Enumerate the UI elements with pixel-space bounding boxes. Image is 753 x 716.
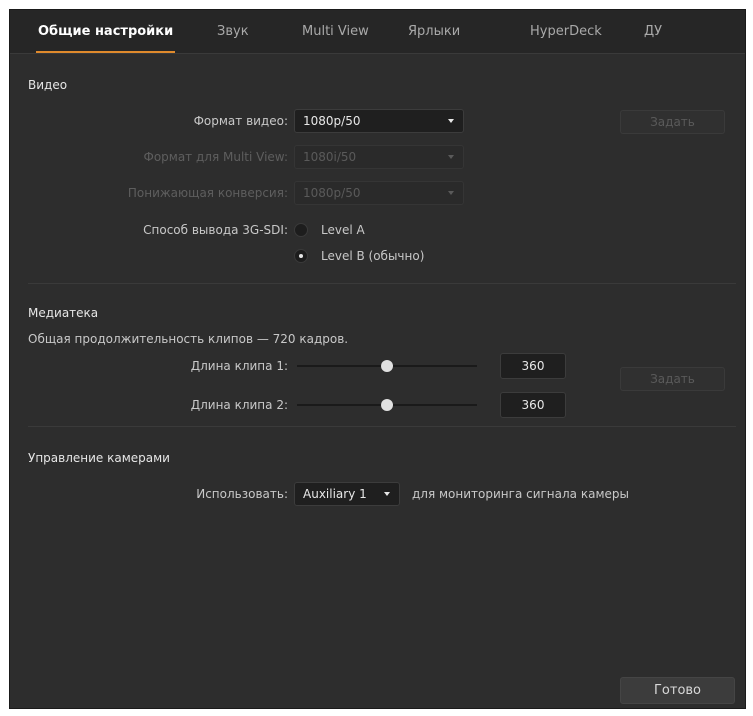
downconversion-select[interactable]: 1080p/50 [294,181,464,205]
clip1-length-label: Длина клипа 1: [190,359,288,373]
radio-level-b-label[interactable]: Level B (обычно) [321,249,424,263]
chevron-down-icon [448,191,454,195]
multiview-format-label: Формат для Multi View: [143,150,288,164]
done-button[interactable]: Готово [620,677,735,704]
settings-dialog: Общие настройки Звук Multi View Ярлыки H… [9,9,746,709]
tab-label: ДУ [644,24,663,39]
camera-use-label: Использовать: [196,487,288,501]
tab-label: Ярлыки [408,24,461,39]
video-format-select[interactable]: 1080p/50 [294,109,464,133]
chevron-down-icon [384,492,390,496]
camera-use-description: для мониторинга сигнала камеры [412,487,629,501]
media-set-button[interactable]: Задать [620,367,725,391]
radio-level-a-label[interactable]: Level A [321,223,365,237]
radio-selected-dot [299,254,303,258]
clip2-length-label: Длина клипа 2: [190,398,288,412]
multiview-format-select[interactable]: 1080i/50 [294,145,464,169]
video-section-title: Видео [28,78,68,92]
downconversion-label: Понижающая конверсия: [127,186,288,200]
sdi-output-label: Способ вывода 3G-SDI: [143,223,288,237]
media-section-title: Медиатека [28,306,99,320]
radio-level-b[interactable] [294,249,308,263]
clip2-length-field[interactable]: 360 [500,392,566,418]
section-divider [28,283,736,284]
camera-aux-select[interactable]: Auxiliary 1 [294,482,400,506]
clip1-slider-thumb[interactable] [381,360,393,372]
radio-level-a[interactable] [294,223,308,237]
active-tab-indicator [36,51,176,53]
tab-label: Звук [217,24,249,39]
tab-label: HyperDeck [530,24,602,39]
video-format-label: Формат видео: [193,114,288,128]
clip1-length-field[interactable]: 360 [500,353,566,379]
tab-label: Общие настройки [38,24,174,39]
tab-bar: Общие настройки Звук Multi View Ярлыки H… [10,10,745,54]
tab-audio[interactable]: Звук [217,10,249,53]
clip2-slider-thumb[interactable] [381,399,393,411]
camera-aux-value: Auxiliary 1 [303,487,367,501]
video-set-button[interactable]: Задать [620,110,725,134]
tab-multi-view[interactable]: Multi View [302,10,369,53]
tab-labels[interactable]: Ярлыки [408,10,460,53]
tab-remote-control[interactable]: ДУ [644,10,662,53]
camera-section-title: Управление камерами [28,451,170,465]
chevron-down-icon [448,155,454,159]
tab-label: Multi View [302,24,369,39]
section-divider [28,426,736,427]
video-format-value: 1080p/50 [303,114,361,128]
chevron-down-icon [448,119,454,123]
tab-hyperdeck[interactable]: HyperDeck [530,10,602,53]
media-total-duration: Общая продолжительность клипов — 720 кад… [28,332,349,346]
multiview-format-value: 1080i/50 [303,150,357,164]
downconversion-value: 1080p/50 [303,186,361,200]
tab-general-settings[interactable]: Общие настройки [36,10,176,53]
